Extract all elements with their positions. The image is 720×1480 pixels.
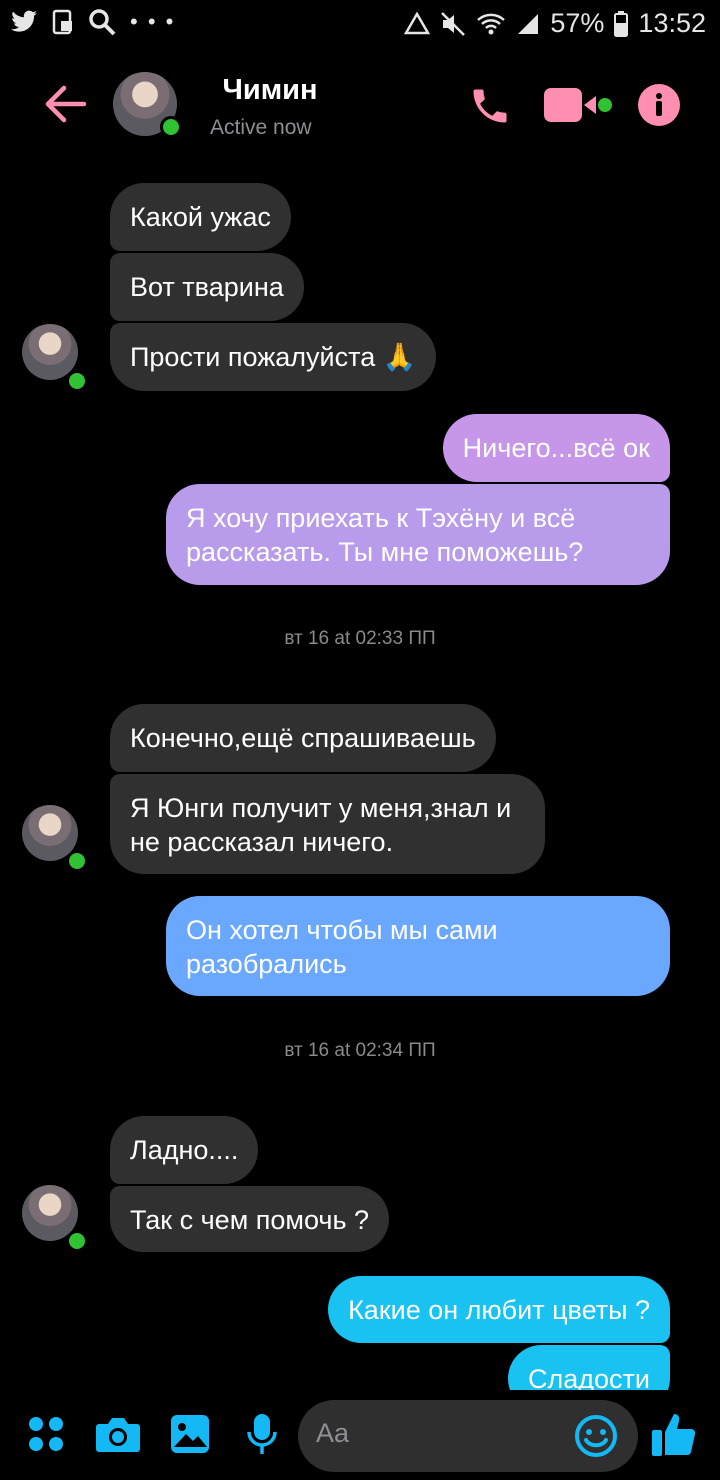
screenshot-icon xyxy=(52,9,74,35)
contact-name: Чимин xyxy=(222,74,318,106)
timestamp: вт 16 at 02:34 ПП xyxy=(284,1040,436,1061)
twitter-icon xyxy=(10,10,38,34)
video-camera-icon[interactable] xyxy=(544,86,614,126)
battery-percent: 57% xyxy=(550,8,605,38)
emoji-icon[interactable] xyxy=(574,1414,618,1458)
camera-icon[interactable] xyxy=(95,1414,141,1454)
battery-icon xyxy=(614,10,629,37)
mute-icon xyxy=(440,11,466,37)
message-input-placeholder: Aa xyxy=(316,1418,350,1448)
message-incoming[interactable]: Вот тварина xyxy=(110,253,304,321)
info-icon[interactable] xyxy=(638,84,680,126)
more-icon: • • • xyxy=(130,9,176,34)
conversation-header: Чимин Active now xyxy=(0,56,720,156)
message-outgoing[interactable]: Он хотел чтобы мы сами разобрались xyxy=(166,896,670,996)
message-outgoing[interactable]: Я хочу приехать к Тэхёну и всё рассказат… xyxy=(166,484,670,585)
online-indicator xyxy=(66,370,88,392)
message-incoming[interactable]: Так с чем помочь ? xyxy=(110,1186,390,1252)
back-arrow-icon[interactable] xyxy=(44,82,88,126)
search-icon xyxy=(88,8,116,36)
online-indicator xyxy=(160,116,182,138)
gallery-icon[interactable] xyxy=(170,1414,210,1454)
message-incoming[interactable]: Я Юнги получит у меня,знал и не рассказа… xyxy=(110,774,545,874)
clock: 13:52 xyxy=(638,8,706,38)
thumbs-up-icon[interactable] xyxy=(650,1410,698,1458)
timestamp: вт 16 at 02:33 ПП xyxy=(284,628,436,649)
wifi-icon xyxy=(476,12,506,36)
message-incoming[interactable]: Ладно.... xyxy=(110,1116,259,1184)
recycle-icon xyxy=(404,11,431,36)
phone-icon[interactable] xyxy=(468,84,512,128)
online-indicator xyxy=(66,1230,88,1252)
microphone-icon[interactable] xyxy=(246,1412,278,1456)
message-input[interactable]: Aa xyxy=(298,1400,638,1472)
status-bar: • • • 57% 13:52 xyxy=(0,0,720,48)
message-outgoing[interactable]: Ничего...всё ок xyxy=(442,414,670,482)
apps-icon[interactable] xyxy=(28,1416,64,1452)
message-incoming[interactable]: Какой ужас xyxy=(110,183,291,251)
signal-icon xyxy=(516,12,540,36)
message-incoming[interactable]: Конечно,ещё спрашиваешь xyxy=(110,704,496,772)
presence-status: Active now xyxy=(210,116,312,139)
online-indicator xyxy=(66,850,88,872)
message-outgoing[interactable]: Какие он любит цветы ? xyxy=(328,1276,670,1343)
message-incoming[interactable]: Прости пожалуйста 🙏 xyxy=(110,323,437,391)
composer-bar: Aa xyxy=(0,1390,720,1480)
